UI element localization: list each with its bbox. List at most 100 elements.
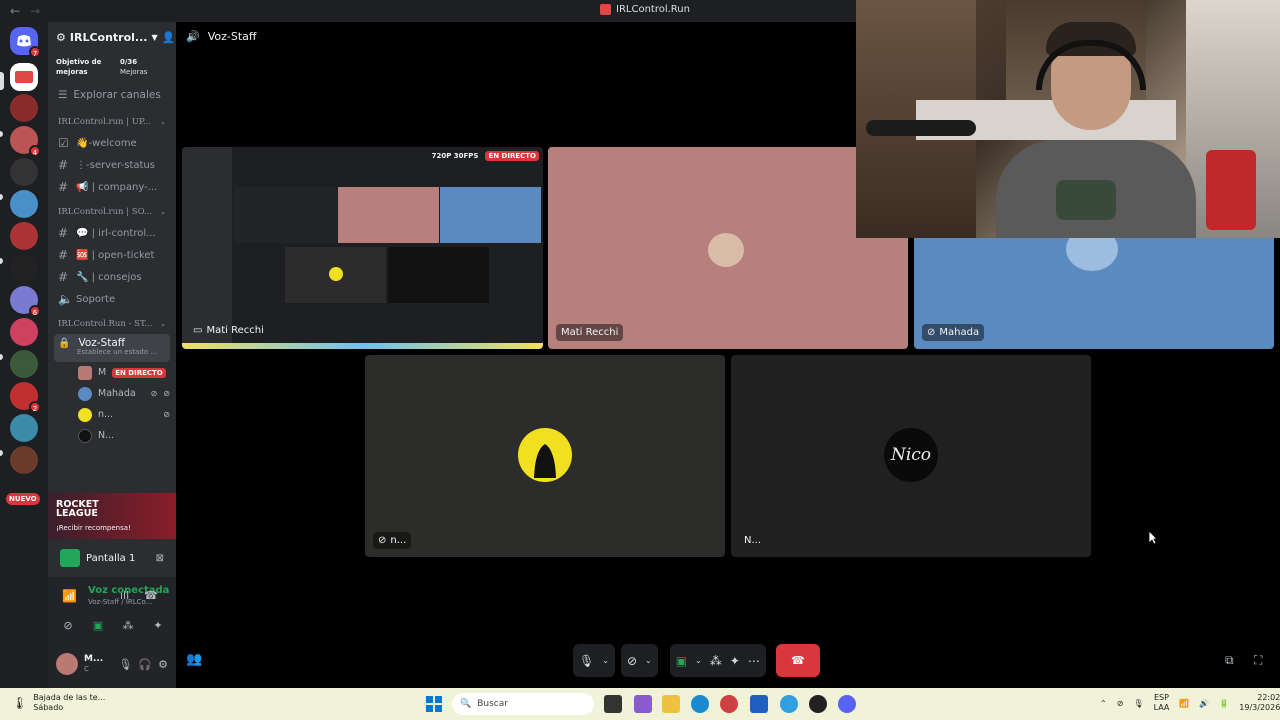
channel-open-ticket[interactable]: # 🆘 | open-ticket (48, 244, 176, 266)
participant-tile[interactable]: ⊘ n... (365, 355, 725, 557)
chrome-profile-icon[interactable] (780, 695, 798, 713)
camera-off-button[interactable]: ⊘ (56, 617, 80, 635)
fullscreen-icon[interactable]: ⛶ (1254, 653, 1262, 668)
category-header[interactable]: IRLControl.run | UP... ⌄ (48, 112, 176, 132)
activities-icon[interactable]: ⁂ (710, 654, 722, 668)
voice-user[interactable]: n... ⊘ (48, 404, 176, 425)
network-off-icon[interactable]: ⊘ (1117, 699, 1124, 708)
hash-icon: # (58, 180, 69, 194)
stream-tile[interactable]: 720P 30FPS EN DIRECTO ▭ Mati Recchi (182, 147, 543, 349)
headphones-icon[interactable]: 🎧 (138, 658, 152, 671)
voice-user[interactable]: Mahada ⊘ ⊘ (48, 383, 176, 404)
file-explorer-icon[interactable] (662, 695, 680, 713)
screen-icon (60, 549, 80, 567)
clock[interactable]: 22:02 19/3/2026 (1239, 693, 1280, 713)
server-icon[interactable] (10, 446, 38, 474)
share-screen-button[interactable]: ▣ (86, 617, 110, 635)
soundboard-button[interactable]: ✦ (146, 617, 170, 635)
mic-control[interactable]: 🎙 ⌄ (573, 644, 615, 677)
edge-icon[interactable] (691, 695, 709, 713)
camera-control[interactable]: ⊘ ⌄ (620, 644, 658, 677)
language-indicator[interactable]: ESP LAA (1154, 693, 1170, 713)
webcam-overlay (856, 0, 1280, 238)
promo-banner[interactable]: ROCKET LEAGUE ¡Recibir recompensa! (48, 493, 176, 539)
disconnect-icon[interactable]: ☎ (144, 589, 158, 602)
screen-share-panel[interactable]: Pantalla 1 ⊠ (48, 543, 176, 573)
windows-start-icon[interactable] (426, 696, 442, 712)
mic-icon: 🎙 (579, 653, 595, 668)
chevron-down-icon: ⌄ (695, 656, 702, 665)
forward-icon[interactable]: → (30, 4, 40, 18)
chevron-down-icon: ⌄ (160, 118, 166, 126)
battery-icon[interactable]: 🔋 (1219, 699, 1229, 708)
channel-irl-control[interactable]: # 💬 | irl-control... (48, 222, 176, 244)
more-options-icon[interactable]: ⋯ (748, 654, 760, 668)
server-icon[interactable] (10, 158, 38, 186)
popout-icon[interactable]: ⧉ (1225, 653, 1234, 668)
server-icon[interactable] (10, 318, 38, 346)
screen-share-control[interactable]: ▣ ⌄ ⁂ ✦ ⋯ (669, 644, 766, 677)
server-icon[interactable] (10, 350, 38, 378)
soundboard-icon[interactable]: ıll (120, 589, 129, 602)
activities-button[interactable]: ⁂ (116, 617, 140, 635)
avatar (78, 386, 92, 401)
title-bar: ← → IRLControl.Run (0, 0, 856, 22)
discord-taskbar-icon[interactable] (838, 695, 856, 713)
chevron-down-icon: ⌄ (602, 656, 609, 665)
server-icon[interactable]: 2 (10, 382, 41, 413)
category-header[interactable]: IRLControl.Run - ST... ⌄ (48, 314, 176, 334)
server-icon[interactable] (10, 94, 38, 122)
channel-company[interactable]: # 📢 | company-... (48, 176, 176, 198)
channel-welcome[interactable]: ☑ 👋-welcome (48, 132, 176, 154)
discord-home-icon[interactable]: 7 (10, 27, 41, 58)
category-header[interactable]: IRLControl.run | SO... ⌄ (48, 202, 176, 222)
participant-tile[interactable]: Nico N... (731, 355, 1091, 557)
avatar (78, 407, 92, 422)
server-irlcontrol-icon[interactable] (10, 63, 38, 91)
wifi-icon[interactable]: 📶 (1179, 699, 1189, 708)
call-controls: 🎙 ⌄ ⊘ ⌄ ▣ ⌄ ⁂ ✦ ⋯ ☎ (573, 644, 820, 677)
task-view-icon[interactable] (604, 695, 622, 713)
live-badge: EN DIRECTO (485, 151, 539, 161)
tile-label: ▭ Mati Recchi (193, 325, 264, 336)
channel-server-status[interactable]: # ⋮-server-status (48, 154, 176, 176)
server-icon[interactable] (10, 254, 38, 282)
taskbar-search[interactable]: 🔍 Buscar (452, 693, 594, 715)
voice-user[interactable]: M EN DIRECTO (48, 362, 176, 383)
mic-icon[interactable]: 🎙 (118, 658, 132, 671)
server-icon[interactable]: 4 (10, 126, 41, 157)
invite-icon[interactable]: 👥 (186, 652, 202, 667)
chevron-down-icon: ⌄ (160, 208, 166, 216)
explore-channels[interactable]: ☰ Explorar canales (48, 82, 176, 108)
obs-icon[interactable] (809, 695, 827, 713)
stop-share-icon[interactable]: ⊠ (156, 553, 164, 564)
boost-goal[interactable]: Objetivo de mejoras 0/36 Mejoras (48, 52, 176, 82)
nuevo-badge[interactable]: NUEVO (6, 493, 40, 505)
participant-tile[interactable]: Mati Recchi (548, 147, 908, 349)
back-icon[interactable]: ← (10, 4, 20, 18)
server-icon[interactable]: 6 (10, 286, 41, 317)
avatar[interactable] (56, 653, 78, 675)
mic-icon[interactable]: 🎙 (1133, 699, 1143, 708)
server-icon[interactable] (10, 190, 38, 218)
channel-consejos[interactable]: # 🔧 | consejos (48, 266, 176, 288)
channel-voz-staff[interactable]: 🔒 Voz-Staff Establece un estado ... (54, 334, 170, 362)
voice-user[interactable]: N... (48, 425, 176, 446)
system-tray: ⌃ ⊘ 🎙 ESP LAA 📶 🔊 🔋 22:02 19/3/2026 (1100, 693, 1280, 713)
weather-icon: 🌡 (12, 696, 28, 710)
server-icon[interactable] (10, 222, 38, 250)
hang-up-button[interactable]: ☎ (775, 644, 820, 677)
mouse-cursor-icon (1148, 530, 1158, 545)
soundboard-icon[interactable]: ✦ (730, 654, 740, 668)
channel-soporte[interactable]: 🔈 Soporte (48, 288, 176, 310)
chrome-icon[interactable] (720, 695, 738, 713)
news-widget[interactable]: 🌡 Bajada de las te... Sábado (12, 693, 105, 713)
chevron-up-icon[interactable]: ⌃ (1100, 699, 1107, 708)
app-icon[interactable] (634, 695, 652, 713)
settings-gear-icon[interactable]: ⚙ (158, 658, 168, 671)
server-icon[interactable] (10, 414, 38, 442)
server-header[interactable]: ⚙ IRLControl... ▼ 👤 (48, 22, 176, 52)
volume-icon[interactable]: 🔊 (1199, 699, 1209, 708)
add-member-icon[interactable]: 👤 (162, 31, 176, 44)
store-icon[interactable] (750, 695, 768, 713)
